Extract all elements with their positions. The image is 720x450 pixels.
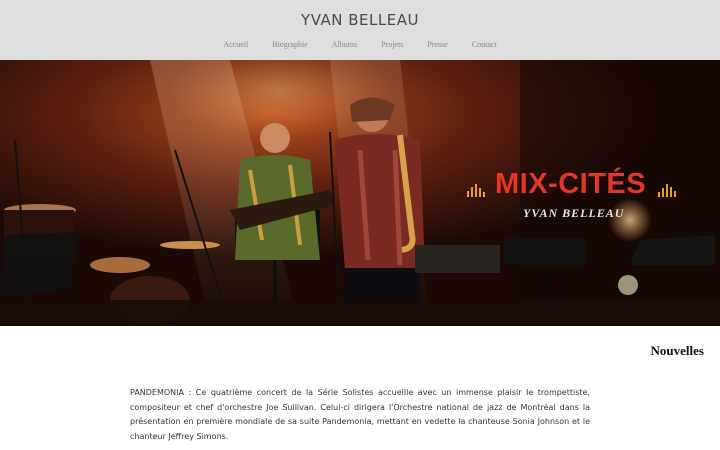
equalizer-icon-left [467, 184, 485, 197]
site-title[interactable]: YVAN BELLEAU [0, 11, 720, 29]
equalizer-icon-right [658, 184, 676, 197]
nav-item-accueil[interactable]: Accueil [211, 40, 260, 49]
hero-banner: MIX-CITÉS YVAN BELLEAU [0, 60, 720, 326]
main-nav: Accueil Biographie Albums Projets Presse… [0, 40, 720, 49]
hero-subtitle: YVAN BELLEAU [523, 206, 625, 220]
nav-item-presse[interactable]: Presse [415, 40, 459, 49]
nav-item-contact[interactable]: Contact [460, 40, 509, 49]
news-body: PANDEMONIA : Ce quatrième concert de la … [130, 388, 590, 441]
hero-logo: MIX-CITÉS YVAN BELLEAU [465, 168, 680, 224]
news-heading: Nouvelles [650, 343, 704, 358]
nav-item-albums[interactable]: Albums [320, 40, 369, 49]
site-header: YVAN BELLEAU Accueil Biographie Albums P… [0, 0, 720, 60]
nav-item-projets[interactable]: Projets [369, 40, 415, 49]
nav-item-biographie[interactable]: Biographie [260, 40, 320, 49]
hero-title: MIX-CITÉS [495, 168, 647, 200]
